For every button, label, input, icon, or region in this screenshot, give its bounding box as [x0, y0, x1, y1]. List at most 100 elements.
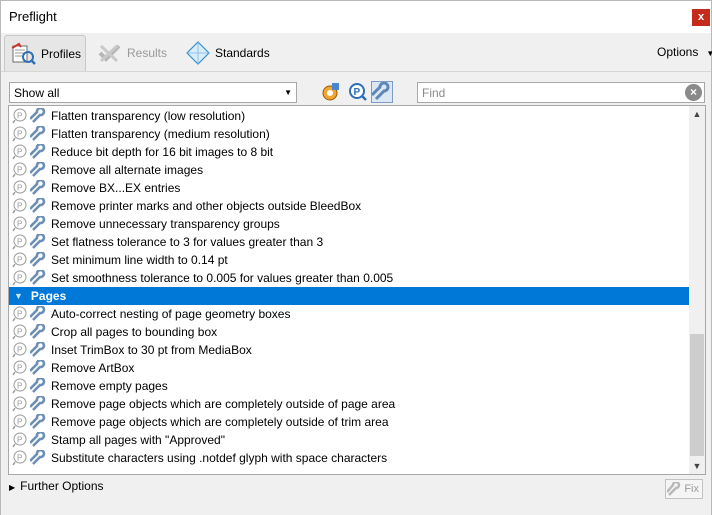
- svg-text:P: P: [17, 418, 22, 427]
- tab-profiles[interactable]: Profiles: [4, 35, 86, 71]
- list-item-label: Remove printer marks and other objects o…: [51, 199, 362, 213]
- tab-standards-label: Standards: [215, 46, 270, 60]
- list-item[interactable]: P Remove unnecessary transparency groups: [9, 215, 689, 233]
- svg-text:P: P: [17, 310, 22, 319]
- list-item-label: Inset TrimBox to 30 pt from MediaBox: [51, 343, 252, 357]
- wrench-icon: [30, 324, 46, 339]
- profile-p-icon: P: [12, 198, 27, 214]
- list-item[interactable]: P Crop all pages to bounding box: [9, 323, 689, 341]
- list-item[interactable]: P Stamp all pages with "Approved": [9, 431, 689, 449]
- svg-text:P: P: [17, 346, 22, 355]
- list-item[interactable]: P Auto-correct nesting of page geometry b…: [9, 305, 689, 323]
- svg-text:P: P: [17, 148, 22, 157]
- profile-p-icon: P: [12, 108, 27, 124]
- list-item-label: Flatten transparency (medium resolution): [51, 127, 270, 141]
- list-item-label: Reduce bit depth for 16 bit images to 8 …: [51, 145, 274, 159]
- list-item[interactable]: P Remove empty pages: [9, 377, 689, 395]
- vertical-scrollbar[interactable]: ▲ ▼: [689, 106, 705, 474]
- wrench-icon: [30, 360, 46, 375]
- list-item[interactable]: P Substitute characters using .notdef gly…: [9, 449, 689, 467]
- section-header[interactable]: ▼ Pages: [9, 287, 689, 305]
- list-item[interactable]: P Remove BX...EX entries: [9, 179, 689, 197]
- list-item-label: Set minimum line width to 0.14 pt: [51, 253, 228, 267]
- svg-text:P: P: [17, 364, 22, 373]
- collapse-arrow-icon[interactable]: ▼: [14, 291, 23, 301]
- wrench-icon: [30, 378, 46, 393]
- profile-p-icon: P: [12, 360, 27, 376]
- show-checks-button[interactable]: [319, 81, 341, 103]
- list-item-label: Auto-correct nesting of page geometry bo…: [51, 307, 291, 321]
- close-button[interactable]: x: [692, 9, 710, 26]
- tab-standards[interactable]: Standards: [185, 35, 270, 71]
- list-item[interactable]: P Flatten transparency (medium resolution…: [9, 125, 689, 143]
- results-icon: [98, 44, 121, 63]
- svg-text:P: P: [17, 382, 22, 391]
- list-item[interactable]: P Remove ArtBox: [9, 359, 689, 377]
- svg-text:P: P: [17, 220, 22, 229]
- svg-text:P: P: [17, 112, 22, 121]
- svg-text:P: P: [17, 274, 22, 283]
- list-item-label: Remove empty pages: [51, 379, 168, 393]
- list-item[interactable]: P Flatten transparency (low resolution): [9, 107, 689, 125]
- wrench-icon: [30, 198, 46, 213]
- profile-p-icon: P: [12, 126, 27, 142]
- wrench-icon: [30, 162, 46, 177]
- further-options-toggle[interactable]: ▶ Further Options: [9, 479, 104, 493]
- profile-p-icon: P: [12, 378, 27, 394]
- show-fixups-button[interactable]: [370, 81, 393, 103]
- title-bar: Preflight x: [1, 1, 711, 33]
- options-menu-button[interactable]: Options ▼: [657, 45, 712, 59]
- wrench-icon: [667, 482, 681, 496]
- svg-text:P: P: [17, 328, 22, 337]
- list-item[interactable]: P Remove printer marks and other objects …: [9, 197, 689, 215]
- list-item[interactable]: P Remove page objects which are completel…: [9, 395, 689, 413]
- fix-label: Fix: [684, 483, 699, 495]
- wrench-icon: [30, 306, 46, 321]
- profiles-icon: [11, 42, 36, 65]
- list-item[interactable]: P Reduce bit depth for 16 bit images to 8…: [9, 143, 689, 161]
- footer: ▶ Further Options Fix: [1, 475, 711, 515]
- list-item[interactable]: P Set flatness tolerance to 3 for values …: [9, 233, 689, 251]
- clear-search-icon[interactable]: ×: [685, 84, 702, 101]
- wrench-icon: [30, 270, 46, 285]
- list-item[interactable]: P Remove page objects which are completel…: [9, 413, 689, 431]
- section-label: Pages: [30, 289, 67, 303]
- profile-p-icon: P: [12, 450, 27, 466]
- find-placeholder: Find: [422, 86, 446, 100]
- options-label: Options: [657, 45, 699, 59]
- svg-text:P: P: [17, 256, 22, 265]
- wrench-icon: [370, 81, 390, 101]
- chevron-down-icon: ▼: [706, 49, 712, 58]
- list-item[interactable]: P Inset TrimBox to 30 pt from MediaBox: [9, 341, 689, 359]
- svg-text:P: P: [17, 184, 22, 193]
- scrollbar-thumb[interactable]: [690, 334, 704, 456]
- find-input[interactable]: Find ×: [417, 82, 705, 103]
- further-options-label: Further Options: [20, 479, 104, 493]
- toolbar: Show all ▼ P Find ×: [1, 71, 711, 107]
- profile-p-icon: P: [349, 83, 367, 101]
- wrench-icon: [30, 342, 46, 357]
- filter-select[interactable]: Show all ▼: [9, 82, 297, 103]
- profile-p-icon: P: [12, 234, 27, 250]
- wrench-icon: [30, 396, 46, 411]
- list-item-label: Remove ArtBox: [51, 361, 135, 375]
- list-item[interactable]: P Set minimum line width to 0.14 pt: [9, 251, 689, 269]
- list-item-label: Flatten transparency (low resolution): [51, 109, 246, 123]
- svg-text:P: P: [17, 436, 22, 445]
- list-item[interactable]: P Remove all alternate images: [9, 161, 689, 179]
- scroll-down-icon[interactable]: ▼: [689, 458, 705, 474]
- show-fixups-p-button[interactable]: P: [347, 81, 369, 103]
- list-item-label: Set smoothness tolerance to 0.005 for va…: [51, 271, 394, 285]
- wrench-icon: [30, 144, 46, 159]
- profile-p-icon: P: [12, 396, 27, 412]
- svg-text:P: P: [17, 454, 22, 463]
- fix-button[interactable]: Fix: [665, 479, 703, 499]
- list-item[interactable]: P Set smoothness tolerance to 0.005 for v…: [9, 269, 689, 287]
- scroll-up-icon[interactable]: ▲: [689, 106, 705, 122]
- profile-p-icon: P: [12, 270, 27, 286]
- profile-p-icon: P: [12, 252, 27, 268]
- list-item-label: Remove page objects which are completely…: [51, 415, 389, 429]
- wrench-icon: [30, 414, 46, 429]
- list-item-label: Substitute characters using .notdef glyp…: [51, 451, 388, 465]
- tab-results[interactable]: Results: [97, 35, 167, 71]
